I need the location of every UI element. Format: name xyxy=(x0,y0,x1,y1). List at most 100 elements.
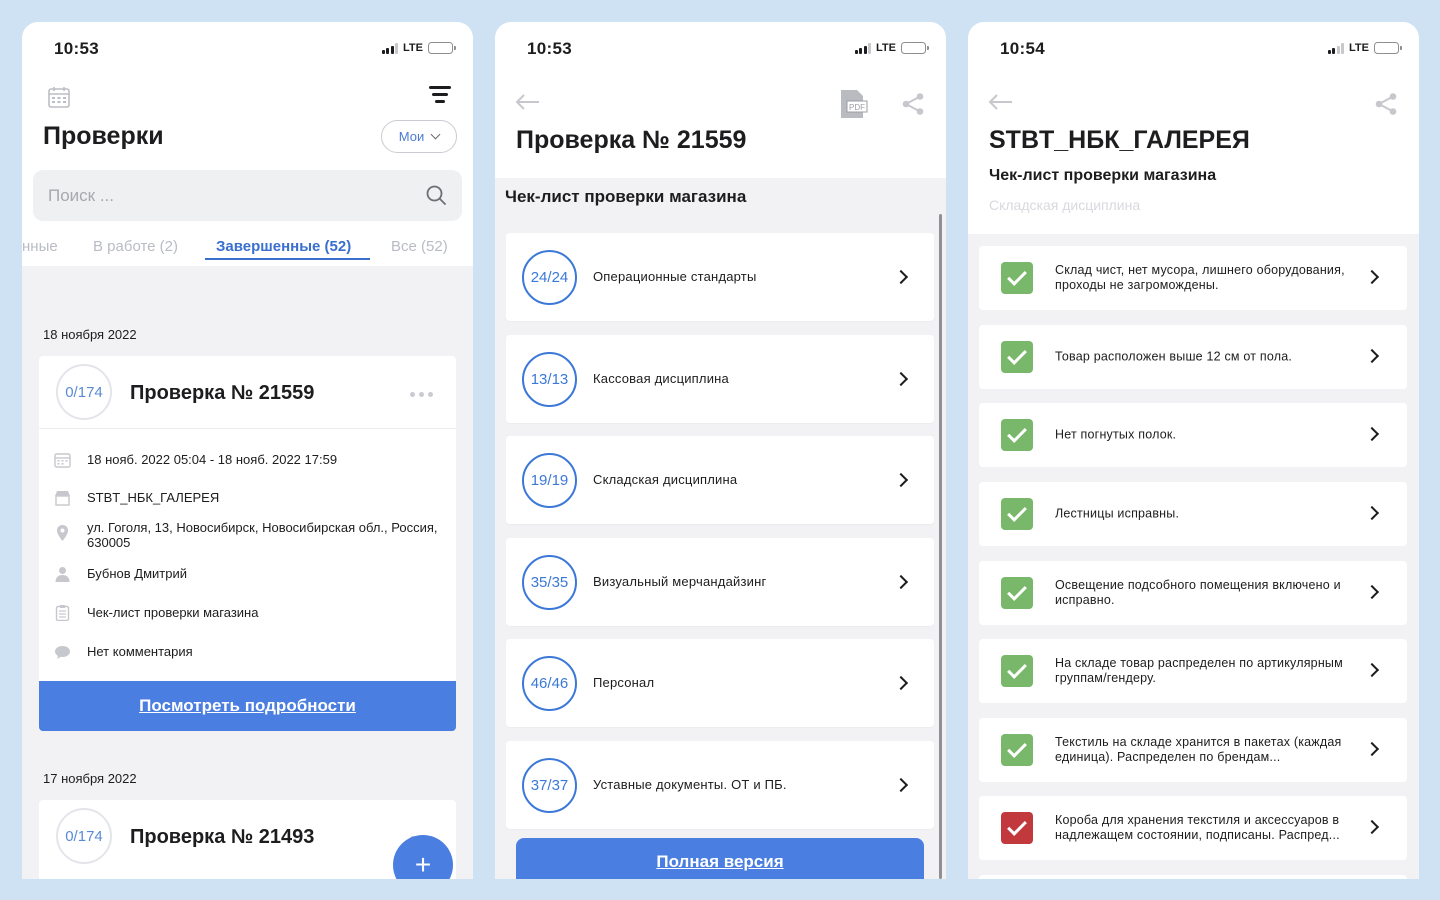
location-pin-icon xyxy=(57,525,68,541)
check-passed-icon xyxy=(1001,498,1033,530)
store-icon xyxy=(55,491,70,506)
checklist-item-text: Текстиль на складе хранится в пакетах (к… xyxy=(1055,735,1342,764)
chevron-right-icon xyxy=(893,472,909,488)
calendar-icon xyxy=(54,453,71,468)
svg-text:PDF: PDF xyxy=(849,103,865,112)
inspection-period: 18 нояб. 2022 05:04 - 18 нояб. 2022 17:5… xyxy=(87,452,338,467)
checklist-item[interactable]: Освещение подсобного помещения включено … xyxy=(979,561,1407,625)
chevron-down-icon xyxy=(430,129,441,140)
checklist-title: Чек-лист проверки магазина xyxy=(989,167,1217,184)
section-row[interactable]: 13/13 Кассовая дисциплина xyxy=(506,335,934,423)
section-label: Операционные стандарты xyxy=(593,269,757,284)
check-passed-icon xyxy=(1001,419,1033,451)
full-version-button[interactable]: Полная версия xyxy=(516,838,924,879)
checklist-item[interactable]: Лестницы исправны. xyxy=(979,482,1407,546)
more-options-icon[interactable] xyxy=(410,392,433,397)
view-details-button[interactable]: Посмотреть подробности xyxy=(39,681,456,731)
progress-score: 0/174 xyxy=(56,364,112,420)
page-title: STBT_НБК_ГАЛЕРЕЯ xyxy=(989,126,1250,154)
network-label: LTE xyxy=(1349,42,1369,54)
page-title: Проверки xyxy=(43,122,164,150)
section-score: 24/24 xyxy=(522,250,577,305)
tab-completed[interactable]: Завершенные (52) xyxy=(216,238,351,255)
checklist-item[interactable]: Текстиль на складе хранится в пакетах (к… xyxy=(979,718,1407,782)
store-row: STBT_НБК_ГАЛЕРЕЯ xyxy=(54,490,441,506)
section-row[interactable]: 24/24 Операционные стандарты xyxy=(506,233,934,321)
section-label: Складская дисциплина xyxy=(593,472,738,487)
store-name: STBT_НБК_ГАЛЕРЕЯ xyxy=(87,490,220,505)
chevron-right-icon xyxy=(1364,741,1380,757)
checklist-item[interactable]: Склад чист, нет мусора, лишнего оборудов… xyxy=(979,246,1407,310)
section-label: Персонал xyxy=(593,675,655,690)
check-passed-icon xyxy=(1001,734,1033,766)
inspections-list-screen: 10:53 LTE Проверки Мои нные В работе (2)… xyxy=(22,22,473,879)
section-score: 13/13 xyxy=(522,352,577,407)
store-address: ул. Гоголя, 13, Новосибирск, Новосибирск… xyxy=(87,520,438,550)
section-score: 37/37 xyxy=(522,758,577,813)
section-row[interactable]: 19/19 Складская дисциплина xyxy=(506,436,934,524)
comment-row: Нет комментария xyxy=(54,644,441,660)
chevron-right-icon xyxy=(1364,269,1380,285)
date-header: 17 ноября 2022 xyxy=(43,771,137,786)
section-label: Визуальный мерчандайзинг xyxy=(593,574,767,589)
owner-filter-label: Мои xyxy=(398,129,425,144)
share-icon[interactable] xyxy=(1374,92,1398,116)
check-failed-icon xyxy=(1001,812,1033,844)
checklist-item[interactable]: Короба для хранения текстиля и аксессуар… xyxy=(979,796,1407,860)
owner-filter-dropdown[interactable]: Мои xyxy=(381,120,457,153)
inspection-title: Проверка № 21493 xyxy=(130,826,315,848)
pdf-export-icon[interactable]: PDF xyxy=(838,89,868,119)
chevron-right-icon xyxy=(1364,662,1380,678)
chevron-right-icon xyxy=(893,269,909,285)
chevron-right-icon xyxy=(893,675,909,691)
check-passed-icon xyxy=(1001,577,1033,609)
battery-icon xyxy=(428,42,456,54)
search-bar xyxy=(33,170,462,221)
status-bar: 10:53 LTE xyxy=(495,22,946,74)
section-score: 19/19 xyxy=(522,453,577,508)
checklist-item[interactable]: На складе товар распределен по артикуляр… xyxy=(979,639,1407,703)
signal-icon xyxy=(1327,42,1345,54)
signal-icon xyxy=(381,42,399,54)
checklist-item-text: На складе товар распределен по артикуляр… xyxy=(1055,656,1343,685)
section-row[interactable]: 46/46 Персонал xyxy=(506,639,934,727)
signal-icon xyxy=(854,42,872,54)
section-name: Складская дисциплина xyxy=(989,197,1141,213)
search-input[interactable] xyxy=(48,170,408,221)
status-time: 10:54 xyxy=(1000,39,1045,58)
checklist-item[interactable]: Товар расположен выше 12 см от пола. xyxy=(979,325,1407,389)
clipboard-icon xyxy=(55,605,70,621)
chevron-right-icon xyxy=(893,371,909,387)
filter-icon[interactable] xyxy=(429,86,451,106)
checklist-item-text: Освещение подсобного помещения включено … xyxy=(1055,578,1341,607)
tab-in-progress[interactable]: В работе (2) xyxy=(93,238,178,255)
page-title: Проверка № 21559 xyxy=(516,126,747,154)
checklist-item[interactable] xyxy=(979,875,1407,879)
check-passed-icon xyxy=(1001,655,1033,687)
inspection-title: Проверка № 21559 xyxy=(130,382,315,404)
chevron-right-icon xyxy=(1364,819,1380,835)
checklist-row: Чек-лист проверки магазина xyxy=(54,605,441,621)
chevron-right-icon xyxy=(893,777,909,793)
calendar-icon[interactable] xyxy=(48,86,70,108)
tab-new[interactable]: нные xyxy=(22,238,58,255)
back-arrow-icon[interactable] xyxy=(988,94,1014,110)
share-icon[interactable] xyxy=(901,92,925,116)
inspector-name: Бубнов Дмитрий xyxy=(87,566,187,581)
search-icon[interactable] xyxy=(426,185,446,205)
scrollbar[interactable] xyxy=(939,214,942,879)
inspection-card[interactable]: 0/174 Проверка № 21559 18 нояб. 2022 05:… xyxy=(39,356,456,731)
tab-all[interactable]: Все (52) xyxy=(391,238,448,255)
section-row[interactable]: 35/35 Визуальный мерчандайзинг xyxy=(506,538,934,626)
checklist-item[interactable]: Нет погнутых полок. xyxy=(979,403,1407,467)
section-row[interactable]: 37/37 Уставные документы. ОТ и ПБ. xyxy=(506,741,934,829)
inspections-list: 18 ноября 2022 0/174 Проверка № 21559 18… xyxy=(22,266,473,879)
network-label: LTE xyxy=(403,42,423,54)
comment-text: Нет комментария xyxy=(87,644,193,659)
checklist-section-screen: 10:54 LTE STBT_НБК_ГАЛЕРЕЯ Чек-лист пров… xyxy=(968,22,1419,879)
back-arrow-icon[interactable] xyxy=(515,94,541,110)
date-header: 18 ноября 2022 xyxy=(43,327,137,342)
section-score: 35/35 xyxy=(522,555,577,610)
checklist-item-text: Нет погнутых полок. xyxy=(1055,427,1177,442)
battery-icon xyxy=(1374,42,1402,54)
